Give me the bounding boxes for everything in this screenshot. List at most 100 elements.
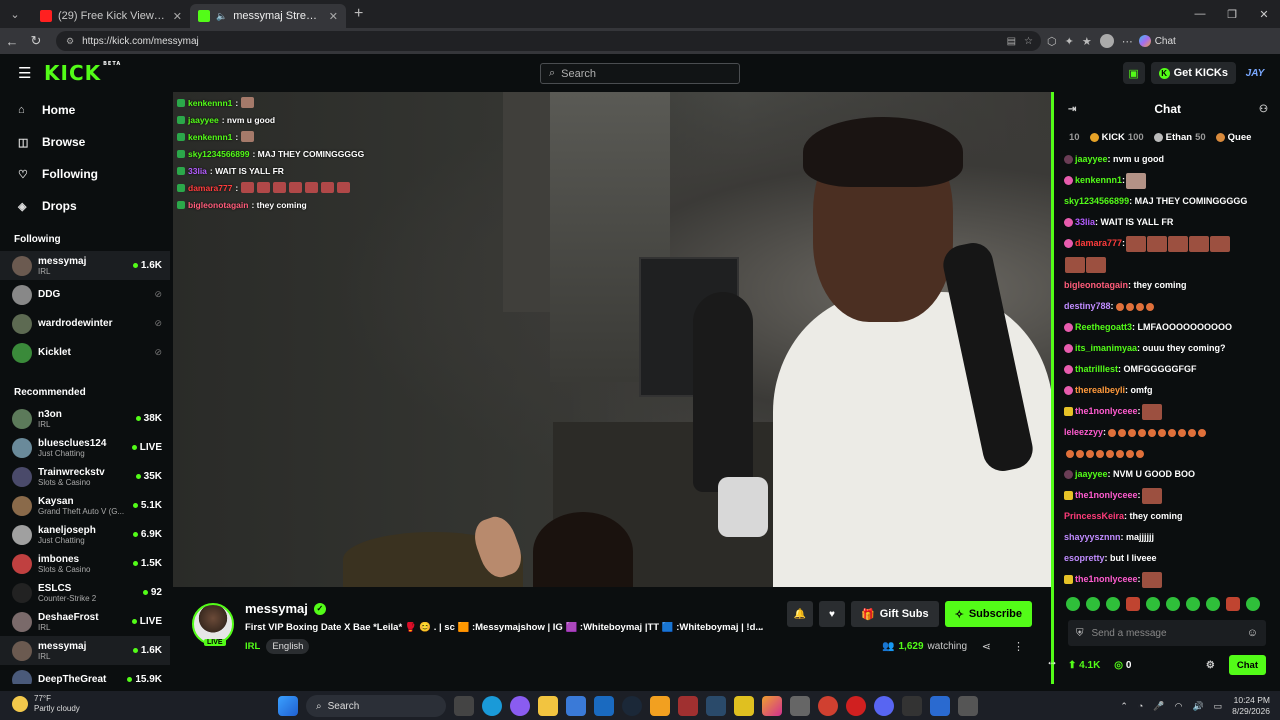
url-field[interactable]: ⚙ https://kick.com/messymaj ▤ ☆: [56, 31, 1041, 51]
chat-username[interactable]: PrincessKeira: [1064, 511, 1124, 521]
start-icon[interactable]: [278, 696, 298, 716]
minimize-icon[interactable]: —: [1184, 0, 1216, 28]
network-icon[interactable]: ◔: [1138, 701, 1143, 711]
chat-username[interactable]: bigleonotagain: [1064, 280, 1128, 290]
channel-item[interactable]: n3on IRL 38K: [0, 404, 170, 433]
channel-item[interactable]: Trainwreckstv Slots & Casino 35K: [0, 462, 170, 491]
weather-widget[interactable]: 77°F Partly cloudy: [12, 694, 80, 714]
gift-subs-button[interactable]: 🎁 Gift Subs: [851, 601, 939, 627]
back-icon[interactable]: ←: [0, 29, 24, 53]
battery-icon[interactable]: ▭: [1214, 701, 1223, 712]
defender-icon[interactable]: [930, 696, 950, 716]
chat-username[interactable]: shayyysznnn: [1064, 532, 1121, 542]
channel-item[interactable]: messymaj IRL 1.6K: [0, 636, 170, 665]
subscribe-button[interactable]: ✧ Subscribe: [944, 601, 1032, 627]
quick-emote-icon[interactable]: [1086, 597, 1100, 611]
chat-settings-icon[interactable]: ⚙: [1206, 660, 1215, 671]
kicks-balance[interactable]: ⬆ 4.1K: [1068, 660, 1100, 671]
new-tab-button[interactable]: +: [354, 5, 363, 23]
store-icon[interactable]: [566, 696, 586, 716]
quick-emote-icon[interactable]: [1166, 597, 1180, 611]
profile-icon[interactable]: [1099, 34, 1114, 48]
browser-tab-1[interactable]: (29) Free Kick View Bot | Working ✕: [32, 4, 190, 28]
chat-username[interactable]: the1nonlyceee: [1075, 574, 1138, 584]
channel-item[interactable]: kaneljoseph Just Chatting 6.9K: [0, 520, 170, 549]
channel-item[interactable]: ESLCS Counter-Strike 2 92: [0, 578, 170, 607]
chat-username[interactable]: jaayyee: [1075, 154, 1108, 164]
channel-item[interactable]: Kaysan Grand Theft Auto V (G... 5.1K: [0, 491, 170, 520]
chat-username[interactable]: the1nonlyceee: [1075, 406, 1138, 416]
settings-icon[interactable]: [790, 696, 810, 716]
get-kicks-button[interactable]: K Get KICKs: [1150, 62, 1236, 84]
volume-icon[interactable]: 🔊: [1192, 701, 1203, 712]
instagram-icon[interactable]: [762, 696, 782, 716]
channel-item[interactable]: DDG ⊘: [0, 280, 170, 309]
notification-bell-button[interactable]: 🔔: [787, 601, 813, 627]
app-icon[interactable]: [734, 696, 754, 716]
channel-item[interactable]: imbones Slots & Casino 1.5K: [0, 549, 170, 578]
steam-icon-2[interactable]: [706, 696, 726, 716]
chat-username[interactable]: therealbeyli: [1075, 385, 1125, 395]
app-icon-2[interactable]: [902, 696, 922, 716]
channel-item[interactable]: DeshaeFrost IRL LIVE: [0, 607, 170, 636]
kicks-leaderboard[interactable]: 10 KICK 100 Ethan 50 Quee: [1054, 126, 1280, 148]
chat-username[interactable]: 33lia: [1075, 217, 1095, 227]
tray-chevron-icon[interactable]: ⌃: [1120, 701, 1128, 712]
menu-icon[interactable]: ☰: [18, 64, 38, 82]
chevron-down-icon[interactable]: ⌄: [757, 622, 765, 633]
site-info-icon[interactable]: ⚙: [66, 36, 74, 47]
rockstar-icon[interactable]: [650, 696, 670, 716]
puzzle-icon[interactable]: ✦: [1065, 35, 1074, 48]
close-window-icon[interactable]: ✕: [1248, 0, 1280, 28]
chat-username[interactable]: jaayyee: [1075, 469, 1108, 479]
search-input[interactable]: ⌕ Search: [540, 63, 740, 84]
channel-item[interactable]: DeepTheGreat 15.9K: [0, 665, 170, 684]
favorites-icon[interactable]: ★: [1082, 35, 1092, 48]
chat-users-icon[interactable]: ⚇: [1259, 104, 1268, 115]
follow-heart-button[interactable]: ♥: [819, 601, 845, 627]
nav-home[interactable]: ⌂ Home: [0, 94, 170, 126]
more-icon[interactable]: ⋯: [1122, 35, 1133, 48]
nav-following[interactable]: ♡ Following: [0, 158, 170, 190]
clock[interactable]: 10:24 PM 8/29/2026: [1232, 695, 1270, 717]
copilot-button[interactable]: Chat: [1138, 35, 1176, 47]
chat-username[interactable]: damara777: [1075, 238, 1122, 248]
close-tab-icon[interactable]: ✕: [329, 10, 338, 23]
nav-drops[interactable]: ◈ Drops: [0, 190, 170, 222]
task-view-icon[interactable]: [454, 696, 474, 716]
chat-username[interactable]: sky1234566899: [1064, 196, 1129, 206]
chat-message-input[interactable]: ⛨ Send a message ☺: [1068, 620, 1266, 646]
copilot-icon[interactable]: [510, 696, 530, 716]
discord-icon[interactable]: [874, 696, 894, 716]
quick-emote-icon[interactable]: [1146, 597, 1160, 611]
language-tag[interactable]: English: [266, 639, 310, 654]
reload-icon[interactable]: ↻: [24, 29, 48, 53]
chat-username[interactable]: destiny788: [1064, 301, 1111, 311]
kick-logo[interactable]: KICK BETA: [44, 61, 121, 85]
share-icon[interactable]: ⋖: [982, 640, 991, 653]
chat-username[interactable]: Reethegoatt3: [1075, 322, 1132, 332]
collapse-chat-icon[interactable]: ⇥: [1068, 104, 1076, 115]
app-icon-3[interactable]: [958, 696, 978, 716]
channel-item[interactable]: wardrodewinter ⊘: [0, 309, 170, 338]
opera-icon[interactable]: [846, 696, 866, 716]
user-avatar[interactable]: JAY: [1242, 62, 1268, 84]
streamer-name[interactable]: messymaj ✓: [245, 601, 326, 616]
more-options-icon[interactable]: ⋮: [1013, 640, 1024, 653]
close-tab-icon[interactable]: ✕: [173, 10, 182, 23]
favorite-star-icon[interactable]: ☆: [1024, 36, 1033, 47]
channel-item[interactable]: messymaj IRL 1.6K: [0, 251, 170, 280]
maximize-icon[interactable]: ❐: [1216, 0, 1248, 28]
quick-emote-icon[interactable]: [1206, 597, 1220, 611]
chat-username[interactable]: thatrilllest: [1075, 364, 1118, 374]
steam-icon[interactable]: [622, 696, 642, 716]
category-link[interactable]: IRL: [245, 641, 260, 652]
channel-item[interactable]: bluesclues124 Just Chatting LIVE: [0, 433, 170, 462]
wifi-icon[interactable]: ◠: [1175, 701, 1183, 712]
channel-points[interactable]: ◎ 0: [1114, 660, 1131, 671]
quick-emote-icon[interactable]: [1246, 597, 1260, 611]
speaker-icon[interactable]: 🔈: [216, 11, 227, 22]
browser-tab-2[interactable]: 🔈 messymaj Stream - Watch Live ✕: [190, 4, 346, 28]
chat-username[interactable]: its_imanimyaa: [1075, 343, 1137, 353]
reader-icon[interactable]: ▤: [1007, 36, 1016, 47]
